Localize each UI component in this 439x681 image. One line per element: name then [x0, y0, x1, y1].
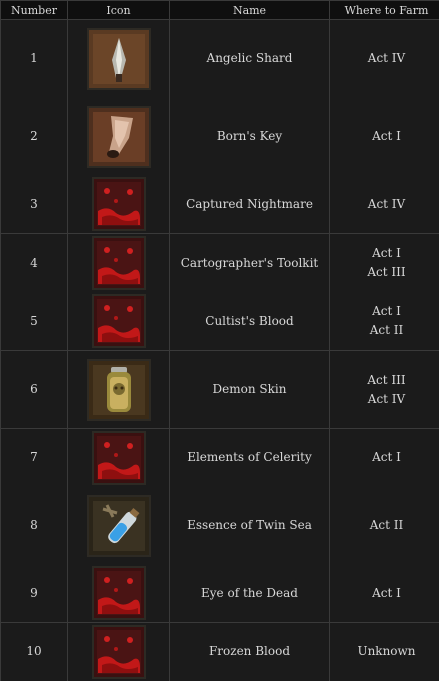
farm-location: Act I [372, 450, 401, 465]
header-number: Number [0, 0, 68, 20]
item-name: Born's Key [169, 97, 330, 176]
item-name: Demon Skin [169, 350, 330, 429]
row-number: 9 [0, 564, 68, 623]
row-icon-cell [67, 428, 170, 487]
row-number: 8 [0, 486, 68, 565]
farm-location: Act IV [367, 391, 406, 406]
item-name: Frozen Blood [169, 622, 330, 681]
where-to-farm: Act IV [329, 175, 439, 234]
row-number: 4 [0, 233, 68, 293]
blood-splatter-icon [91, 624, 146, 679]
where-to-farm: Act I [329, 564, 439, 623]
row-icon-cell [67, 350, 170, 429]
item-name: Essence of Twin Sea [169, 486, 330, 565]
where-to-farm: Act I Act II [329, 292, 439, 351]
row-number: 1 [0, 19, 68, 98]
farm-location: Act I [372, 129, 401, 143]
row-icon-cell [67, 19, 170, 98]
row-icon-cell [67, 622, 170, 681]
borns-key-icon [86, 105, 151, 168]
angelic-shard-icon [86, 27, 151, 90]
item-name: Angelic Shard [169, 19, 330, 98]
blood-splatter-icon [91, 430, 146, 485]
farm-location: Act IV [367, 51, 406, 66]
table-row: 5 Cultist's Blood Act I Act II [0, 292, 439, 351]
table-row: 6 Demon Skin Act III Act IV [0, 350, 439, 429]
row-icon-cell [67, 292, 170, 351]
header-name: Name [169, 0, 330, 20]
row-icon-cell [67, 175, 170, 234]
item-name: Captured Nightmare [169, 175, 330, 234]
farm-location: Act I [372, 585, 401, 600]
where-to-farm: Act I Act III [329, 233, 439, 293]
table-row: 3 Captured Nightmare Act IV [0, 175, 439, 234]
row-icon-cell [67, 97, 170, 176]
blood-splatter-icon [91, 566, 146, 621]
farm-location: Act II [369, 323, 404, 338]
where-to-farm: Unknown [329, 622, 439, 681]
blood-splatter-icon [91, 236, 146, 291]
blood-splatter-icon [91, 177, 146, 232]
row-number: 2 [0, 97, 68, 176]
where-to-farm: Act I [329, 428, 439, 487]
row-number: 10 [0, 622, 68, 681]
row-number: 3 [0, 175, 68, 234]
farm-location: Act III [367, 265, 406, 280]
row-icon-cell [67, 564, 170, 623]
table-row: 10 Frozen Blood Unknown [0, 622, 439, 681]
where-to-farm: Act IV [329, 19, 439, 98]
row-icon-cell [67, 233, 170, 293]
header-icon: Icon [67, 0, 170, 20]
header-where-to-farm: Where to Farm [329, 0, 439, 20]
item-name: Cartographer's Toolkit [169, 233, 330, 293]
farm-location: Act I [372, 246, 401, 261]
where-to-farm: Act I [329, 97, 439, 176]
table-row: 7 Elements of Celerity Act I [0, 428, 439, 487]
row-number: 5 [0, 292, 68, 351]
farm-location: Act I [372, 304, 401, 319]
row-icon-cell [67, 486, 170, 565]
header-row: Number Icon Name Where to Farm [0, 0, 439, 20]
where-to-farm: Act III Act IV [329, 350, 439, 429]
crafting-materials-table: Number Icon Name Where to Farm 1 Angelic … [0, 0, 439, 681]
table-row: 1 Angelic Shard Act IV [0, 19, 439, 98]
blood-splatter-icon [91, 294, 146, 349]
table-row: 4 Cartographer's Toolkit Act I Act III [0, 233, 439, 293]
row-number: 6 [0, 350, 68, 429]
item-name: Eye of the Dead [169, 564, 330, 623]
farm-location: Act III [367, 372, 406, 387]
row-number: 7 [0, 428, 68, 487]
table-row: 9 Eye of the Dead Act I [0, 564, 439, 623]
farm-location: Unknown [357, 644, 416, 659]
essence-vial-icon [86, 494, 151, 557]
item-name: Cultist's Blood [169, 292, 330, 351]
demon-skin-jar-icon [86, 358, 151, 421]
where-to-farm: Act II [329, 486, 439, 565]
item-name: Elements of Celerity [169, 428, 330, 487]
farm-location: Act II [369, 518, 404, 532]
table-row: 2 Born's Key Act I [0, 97, 439, 176]
farm-location: Act IV [367, 196, 406, 211]
table-row: 8 Essence of Twin Sea Act II [0, 486, 439, 565]
